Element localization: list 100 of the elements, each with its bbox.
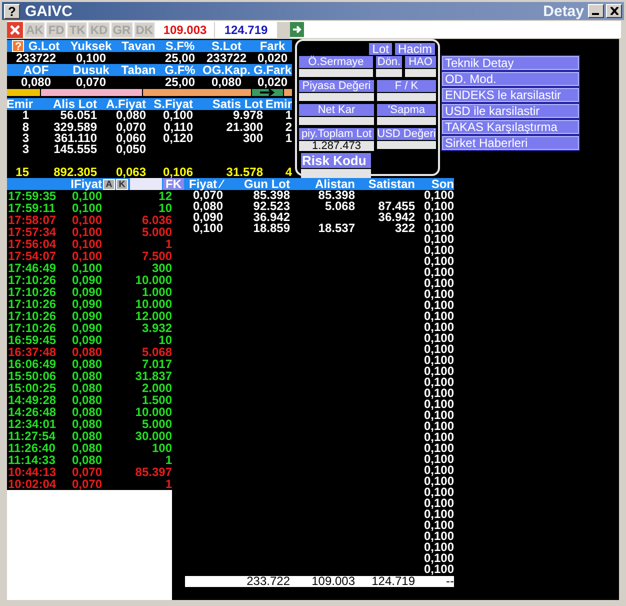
table-cell-text: 11:27:54 xyxy=(7,430,56,442)
table-cell-text: 11:26:40 xyxy=(7,442,56,454)
table-cell: 92.523 xyxy=(253,199,290,213)
table-cell-text: 1 xyxy=(164,478,172,490)
field-label: USD Değeri xyxy=(377,128,436,140)
table-cell-text: 12.000 xyxy=(134,310,172,322)
table-cell: 36.942 xyxy=(378,210,415,224)
menu-item[interactable]: USD ile karsilastir xyxy=(442,104,579,118)
table-cell: 322 xyxy=(394,221,415,235)
column-header: Satis Lot xyxy=(212,97,263,111)
table-cell: 18.537 xyxy=(318,221,355,235)
table-cell-text: 0,080 xyxy=(72,370,104,382)
table-cell-text: 0,080 xyxy=(72,442,104,454)
close-button[interactable] xyxy=(606,4,622,18)
column-header: AOF xyxy=(23,64,49,76)
table-cell-text: 17:54:07 xyxy=(7,250,58,262)
value-text: 0,080 xyxy=(211,75,242,89)
table-cell: 15 xyxy=(16,165,29,179)
table-cell-text: 0,090 xyxy=(72,286,104,298)
value-field xyxy=(377,141,436,149)
table-cell-text: 100 xyxy=(150,442,172,454)
table-cell: 329.589 xyxy=(54,120,97,134)
table-cell-text: 10 xyxy=(158,202,172,214)
value-field: 1.287.473 xyxy=(299,141,374,151)
table-cell: 1 xyxy=(285,108,292,122)
table-cell-text: 10.000 xyxy=(134,298,172,310)
table-cell: 9.978 xyxy=(232,108,263,122)
column-header: G.F% xyxy=(164,64,196,76)
table-cell: 1 xyxy=(285,131,292,145)
value-text: 0,080 xyxy=(20,75,52,89)
menu-item[interactable]: Sirket Haberleri xyxy=(442,136,579,150)
menu-item[interactable]: Teknik Detay xyxy=(442,56,579,70)
column-header: A.Fiyat xyxy=(106,97,146,111)
table-cell-text: 0,080 xyxy=(72,406,104,418)
table-cell: 5.068 xyxy=(324,199,355,213)
toggle-button[interactable]: Hacim xyxy=(394,43,435,55)
table-cell: 21.300 xyxy=(226,120,263,134)
table-cell-text: 0,090 xyxy=(72,322,104,334)
value-text: 233722 xyxy=(16,51,56,65)
filter-button[interactable]: FK xyxy=(163,178,184,190)
field-label: 'Sapma xyxy=(377,104,436,116)
column-header: Alistan xyxy=(314,177,355,191)
table-cell: 18.859 xyxy=(253,221,290,235)
table-cell-text: 30.000 xyxy=(134,430,172,442)
sort-button[interactable]: K xyxy=(116,178,128,190)
menu-item[interactable]: ENDEKS le karsilastir xyxy=(442,88,579,102)
column-header: S.F% xyxy=(165,40,195,52)
table-cell: 3 xyxy=(22,142,29,156)
column-header: G.Lot xyxy=(28,40,60,52)
table-cell: 0,070 xyxy=(116,120,146,134)
sort-button[interactable]: A xyxy=(103,178,115,190)
table-cell: 124.719 xyxy=(372,574,415,588)
table-cell-text: 5.000 xyxy=(140,226,172,238)
column-header: IFiyat xyxy=(70,178,102,190)
value-text: 0,020 xyxy=(257,75,288,89)
table-cell: 361.110 xyxy=(54,131,97,145)
table-cell-text: 17:10:26 xyxy=(7,274,58,286)
column-header: Taban xyxy=(121,64,156,76)
table-cell-text: 17:58:07 xyxy=(7,214,58,226)
field-label: Dön. xyxy=(376,56,402,68)
value-text: 0,100 xyxy=(76,51,106,65)
table-cell-text: 1 xyxy=(164,238,172,250)
column-header: Tavan xyxy=(122,40,156,52)
menu-item[interactable]: TAKAS Karşılaştırma xyxy=(442,120,579,134)
table-cell-text: 0,070 xyxy=(72,466,104,478)
table-cell-text: 0,070 xyxy=(72,478,104,490)
table-cell-text: 5.000 xyxy=(140,418,172,430)
blank-field xyxy=(278,22,290,38)
table-cell-text: 31.837 xyxy=(134,370,172,382)
help-button[interactable]: ? xyxy=(4,4,20,18)
toggle-button[interactable]: Lot xyxy=(369,43,392,55)
column-header: S.Fiyat xyxy=(154,97,193,111)
table-cell-text: 0,080 xyxy=(72,394,104,406)
field-label: Piyasa Değeri xyxy=(299,80,374,92)
value-text: 233722 xyxy=(206,51,247,65)
column-header: Satistan xyxy=(368,177,415,191)
value-text: 25,00 xyxy=(164,75,196,89)
table-cell: 233.722 xyxy=(246,574,290,588)
table-cell: 0,106 xyxy=(162,165,193,179)
table-cell-text: 16:59:45 xyxy=(7,334,58,346)
menu-item[interactable]: OD. Mod. xyxy=(442,72,579,86)
table-cell: 0,100 xyxy=(424,188,454,202)
minimize-button[interactable] xyxy=(588,4,604,18)
help-button[interactable]: ? xyxy=(12,40,24,52)
table-cell-text: 0,080 xyxy=(72,358,104,370)
table-cell-text: 1 xyxy=(164,454,172,466)
value-text: 0,070 xyxy=(76,75,106,89)
filter-field[interactable] xyxy=(130,178,162,190)
table-cell-text: 1.000 xyxy=(140,286,172,298)
table-cell-text: 0,100 xyxy=(72,238,104,250)
value-field xyxy=(377,93,436,101)
table-cell: 85.398 xyxy=(253,188,290,202)
table-cell-text: 5.068 xyxy=(140,346,172,358)
close-icon[interactable] xyxy=(7,22,23,38)
table-cell-text: 0,090 xyxy=(72,334,104,346)
table-cell-text: 16:06:49 xyxy=(7,358,58,370)
value-text: 0,020 xyxy=(257,51,288,65)
table-cell-text: 10 xyxy=(158,334,172,346)
arrow-button[interactable] xyxy=(290,22,304,37)
table-cell: 1 xyxy=(22,108,29,122)
